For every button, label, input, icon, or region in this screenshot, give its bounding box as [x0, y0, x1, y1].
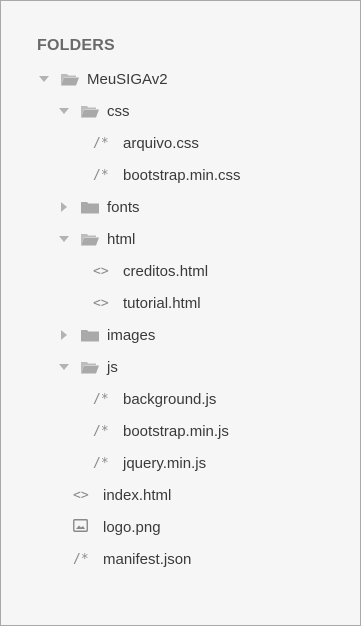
- tree-item-logo-png[interactable]: logo.png: [1, 511, 360, 543]
- tree-item-label: tutorial.html: [123, 294, 201, 312]
- folder-icon: [81, 329, 99, 342]
- comment-icon: /*: [93, 423, 109, 439]
- tree-item-jquery-min-js[interactable]: /* jquery.min.js: [1, 447, 360, 479]
- tree-item-background-js[interactable]: /* background.js: [1, 383, 360, 415]
- tree-item-label: manifest.json: [103, 550, 192, 568]
- tree-item-html[interactable]: html: [1, 223, 360, 255]
- folder-open-icon: [81, 233, 99, 246]
- comment-icon: /*: [93, 135, 109, 151]
- tree-item-label: background.js: [123, 390, 217, 408]
- tree-item-label: fonts: [107, 198, 140, 216]
- tree-item-manifest-json[interactable]: /* manifest.json: [1, 543, 360, 575]
- tree-item-images[interactable]: images: [1, 319, 360, 351]
- sidebar-panel: FOLDERS MeuSIGAv2 css /* arquivo.css /* …: [0, 0, 361, 626]
- code-icon: <>: [93, 295, 109, 311]
- chevron-down-icon[interactable]: [57, 232, 71, 246]
- folders-header: FOLDERS: [37, 37, 115, 54]
- tree-item-tutorial-html[interactable]: <> tutorial.html: [1, 287, 360, 319]
- tree-item-label: MeuSIGAv2: [87, 70, 168, 88]
- tree-item-bootstrap-min-js[interactable]: /* bootstrap.min.js: [1, 415, 360, 447]
- folder-open-icon: [81, 105, 99, 118]
- comment-icon: /*: [93, 167, 109, 183]
- file-tree: MeuSIGAv2 css /* arquivo.css /* bootstra…: [1, 63, 360, 575]
- tree-item-label: bootstrap.min.js: [123, 422, 229, 440]
- tree-item-index-html[interactable]: <> index.html: [1, 479, 360, 511]
- tree-item-meusigav2[interactable]: MeuSIGAv2: [1, 63, 360, 95]
- tree-item-label: css: [107, 102, 130, 120]
- code-icon: <>: [93, 263, 109, 279]
- comment-icon: /*: [93, 455, 109, 471]
- chevron-down-icon[interactable]: [57, 360, 71, 374]
- tree-item-label: index.html: [103, 486, 172, 504]
- folder-open-icon: [61, 73, 79, 86]
- tree-item-creditos-html[interactable]: <> creditos.html: [1, 255, 360, 287]
- tree-item-js[interactable]: js: [1, 351, 360, 383]
- tree-item-label: bootstrap.min.css: [123, 166, 241, 184]
- tree-item-label: arquivo.css: [123, 134, 199, 152]
- tree-item-label: logo.png: [103, 518, 161, 536]
- tree-item-label: js: [107, 358, 118, 376]
- tree-item-css[interactable]: css: [1, 95, 360, 127]
- code-icon: <>: [73, 487, 89, 503]
- chevron-down-icon[interactable]: [37, 72, 51, 86]
- tree-item-label: images: [107, 326, 156, 344]
- chevron-down-icon[interactable]: [57, 104, 71, 118]
- tree-item-arquivo-css[interactable]: /* arquivo.css: [1, 127, 360, 159]
- tree-item-label: html: [107, 230, 136, 248]
- image-icon: [73, 518, 97, 536]
- folder-icon: [81, 201, 99, 214]
- comment-icon: /*: [93, 391, 109, 407]
- chevron-right-icon[interactable]: [57, 328, 71, 342]
- tree-item-label: jquery.min.js: [123, 454, 207, 472]
- tree-item-label: creditos.html: [123, 262, 209, 280]
- folder-open-icon: [81, 361, 99, 374]
- chevron-right-icon[interactable]: [57, 200, 71, 214]
- tree-item-fonts[interactable]: fonts: [1, 191, 360, 223]
- tree-item-bootstrap-min-css[interactable]: /* bootstrap.min.css: [1, 159, 360, 191]
- comment-icon: /*: [73, 551, 89, 567]
